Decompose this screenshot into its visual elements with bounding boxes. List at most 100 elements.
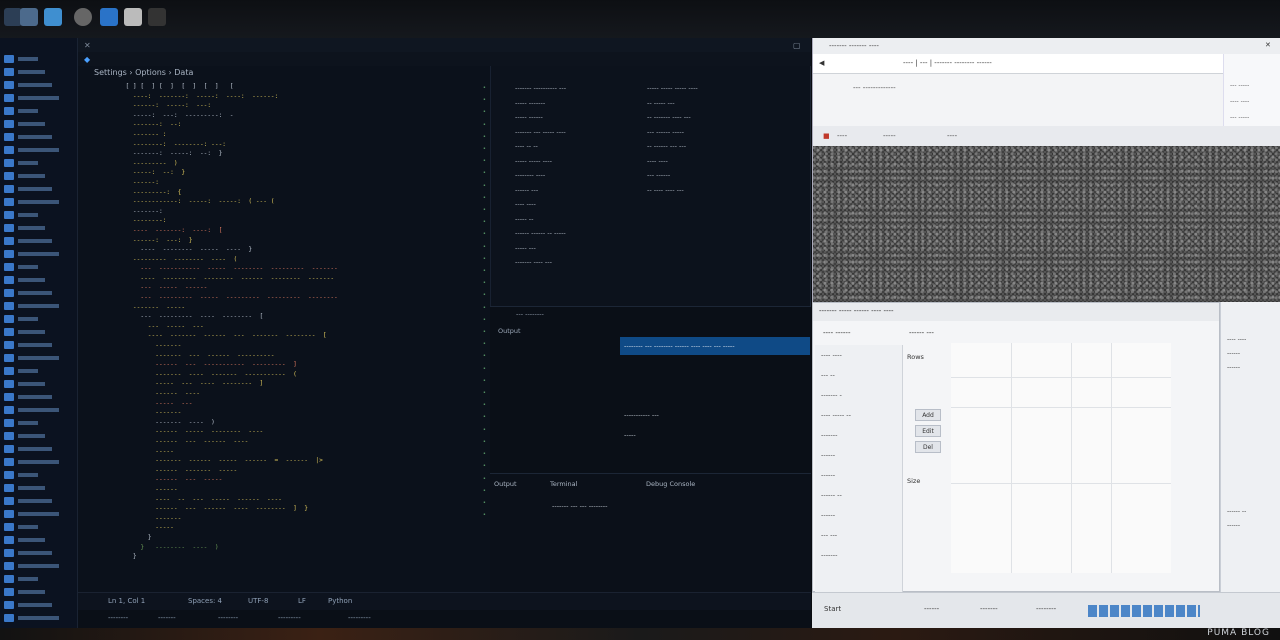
explorer-row[interactable]	[4, 412, 38, 427]
code-line[interactable]: ------- ---- ------- ----------- (	[118, 370, 478, 380]
code-line[interactable]: ------:	[118, 178, 478, 188]
address-bar[interactable]: ◀ ---- | --- | ------- -------- ------	[813, 54, 1223, 74]
explorer-row[interactable]	[4, 477, 45, 492]
code-line[interactable]: --------:	[118, 216, 478, 226]
outline-item[interactable]: ----- --	[515, 215, 533, 223]
start-button[interactable]: Start	[824, 605, 841, 613]
explorer-row[interactable]	[4, 503, 59, 518]
bookmark-item[interactable]: ----	[837, 132, 847, 140]
explorer-row[interactable]	[4, 113, 45, 128]
code-line[interactable]: ------- :	[118, 130, 478, 140]
problem-row-selected[interactable]: -------- --- -------- ------ ---- ---- -…	[620, 337, 810, 355]
explorer-row[interactable]	[4, 399, 59, 414]
explorer-row[interactable]	[4, 516, 38, 531]
status-eol[interactable]: LF	[298, 597, 306, 605]
taskbar-item[interactable]: --------	[1036, 605, 1056, 613]
outline-item[interactable]: ------ ------ -- -----	[515, 229, 566, 237]
code-line[interactable]: ------ --- -----	[118, 475, 478, 485]
right-panel-item[interactable]: ------	[1227, 364, 1240, 371]
maximize-icon[interactable]: ▢	[793, 41, 801, 50]
code-line[interactable]: ---- ------- ------ --- ------- --------…	[118, 331, 478, 341]
url-text[interactable]: ---- | --- | ------- -------- ------	[903, 59, 992, 67]
delete-button[interactable]: Del	[915, 441, 941, 453]
breadcrumb-text[interactable]: Settings › Options › Data	[94, 68, 193, 77]
code-line[interactable]: ---- -------: ----: [	[118, 226, 478, 236]
code-line[interactable]: ----- --- ---- -------- ]	[118, 379, 478, 389]
explorer-row[interactable]	[4, 542, 52, 557]
desktop-terminal-icon[interactable]	[148, 8, 166, 26]
edit-button[interactable]: Edit	[915, 425, 941, 437]
data-grid[interactable]	[951, 343, 1171, 573]
explorer-row[interactable]	[4, 360, 38, 375]
dialog-tab-left[interactable]: ---- ------	[823, 329, 850, 337]
outline-item[interactable]: ------- ---------- ---	[515, 84, 566, 92]
code-line[interactable]: ----- ---	[118, 399, 478, 409]
explorer-row[interactable]	[4, 100, 38, 115]
right-panel-item[interactable]: ---- ----	[1227, 336, 1246, 343]
explorer-row[interactable]	[4, 217, 45, 232]
dialog-nav-item[interactable]: ------	[821, 471, 835, 479]
outline-item[interactable]: ---- -- --	[515, 142, 538, 150]
code-line[interactable]: ------: -----: ---:	[118, 101, 478, 111]
dialog-nav-item[interactable]: ------	[821, 511, 835, 519]
explorer-row[interactable]	[4, 594, 52, 609]
explorer-row[interactable]	[4, 464, 38, 479]
right-panel-item[interactable]: ------ --	[1227, 508, 1246, 515]
code-line[interactable]: ------: ---: }	[118, 236, 478, 246]
close-icon[interactable]: ✕	[1265, 41, 1271, 49]
bottom-tab-debug[interactable]: Debug Console	[646, 480, 695, 488]
bookmark-item[interactable]: -----	[883, 132, 896, 140]
right-panel-item[interactable]: ------	[1227, 522, 1240, 529]
explorer-row[interactable]	[4, 607, 59, 622]
dialog-nav-item[interactable]: ---- ----	[821, 351, 842, 359]
explorer-row[interactable]	[4, 61, 45, 76]
outline-item[interactable]: ------- ---- ---	[515, 258, 552, 266]
code-line[interactable]: --- ----------- ----- -------- ---------…	[118, 264, 478, 274]
code-line[interactable]: ----: -------: -----: ----: ------:	[118, 92, 478, 102]
outline-item[interactable]: ------ ---	[515, 186, 538, 194]
code-line[interactable]: ------- ------ ----- ------ = ------ |>	[118, 456, 478, 466]
code-line[interactable]: ------- --- ------ ----------	[118, 351, 478, 361]
desktop-code-icon[interactable]	[44, 8, 62, 26]
code-line[interactable]: }	[118, 552, 478, 562]
explorer-row[interactable]	[4, 295, 59, 310]
explorer-row[interactable]	[4, 386, 52, 401]
explorer-row[interactable]	[4, 347, 59, 362]
code-line[interactable]: -------	[118, 514, 478, 524]
outline-item[interactable]: ----- -------	[515, 99, 545, 107]
explorer-row[interactable]	[4, 87, 59, 102]
explorer-row[interactable]	[4, 165, 45, 180]
code-line[interactable]: ---------: {	[118, 188, 478, 198]
outline-item[interactable]: ------- --- ----- ----	[515, 128, 566, 136]
explorer-row[interactable]	[4, 308, 38, 323]
outline-item[interactable]: ----- ----- ----	[515, 157, 552, 165]
code-line[interactable]: --------: --------: ---:	[118, 140, 478, 150]
dialog-nav-item[interactable]: ------	[821, 451, 835, 459]
outline-item[interactable]: ----- ------	[515, 113, 543, 121]
code-line[interactable]: --- ----- ------	[118, 283, 478, 293]
explorer-row[interactable]	[4, 451, 59, 466]
code-line[interactable]: ---- -- --- ----- ------ ----	[118, 495, 478, 505]
status-cursor[interactable]: Ln 1, Col 1	[108, 597, 145, 605]
explorer-row[interactable]	[4, 581, 45, 596]
code-line[interactable]: -----: --: }	[118, 168, 478, 178]
taskbar-item[interactable]: -------	[980, 605, 998, 613]
dialog-nav-item[interactable]: --- ---	[821, 531, 837, 539]
explorer-row[interactable]	[4, 269, 45, 284]
code-line[interactable]: ------ --- ------ ----	[118, 437, 478, 447]
code-line[interactable]: -----: ---: ---------: -	[118, 111, 478, 121]
desktop-mail-icon[interactable]	[124, 8, 142, 26]
toolbar-text[interactable]: --- -------------	[853, 84, 896, 92]
desktop-browser-icon[interactable]	[74, 8, 92, 26]
desktop-files-icon[interactable]	[20, 8, 38, 26]
close-icon[interactable]: ✕	[84, 41, 91, 50]
code-line[interactable]: -------	[118, 341, 478, 351]
code-line[interactable]: ------ ----- -------- ----	[118, 427, 478, 437]
code-line[interactable]: --- --------- ---- -------- [	[118, 312, 478, 322]
explorer-row[interactable]	[4, 126, 52, 141]
code-line[interactable]: -----	[118, 523, 478, 533]
explorer-row[interactable]	[4, 191, 59, 206]
code-line[interactable]: ---- -------- ----- ---- }	[118, 245, 478, 255]
code-line[interactable]: ------- ---- )	[118, 418, 478, 428]
status-indent[interactable]: Spaces: 4	[188, 597, 222, 605]
